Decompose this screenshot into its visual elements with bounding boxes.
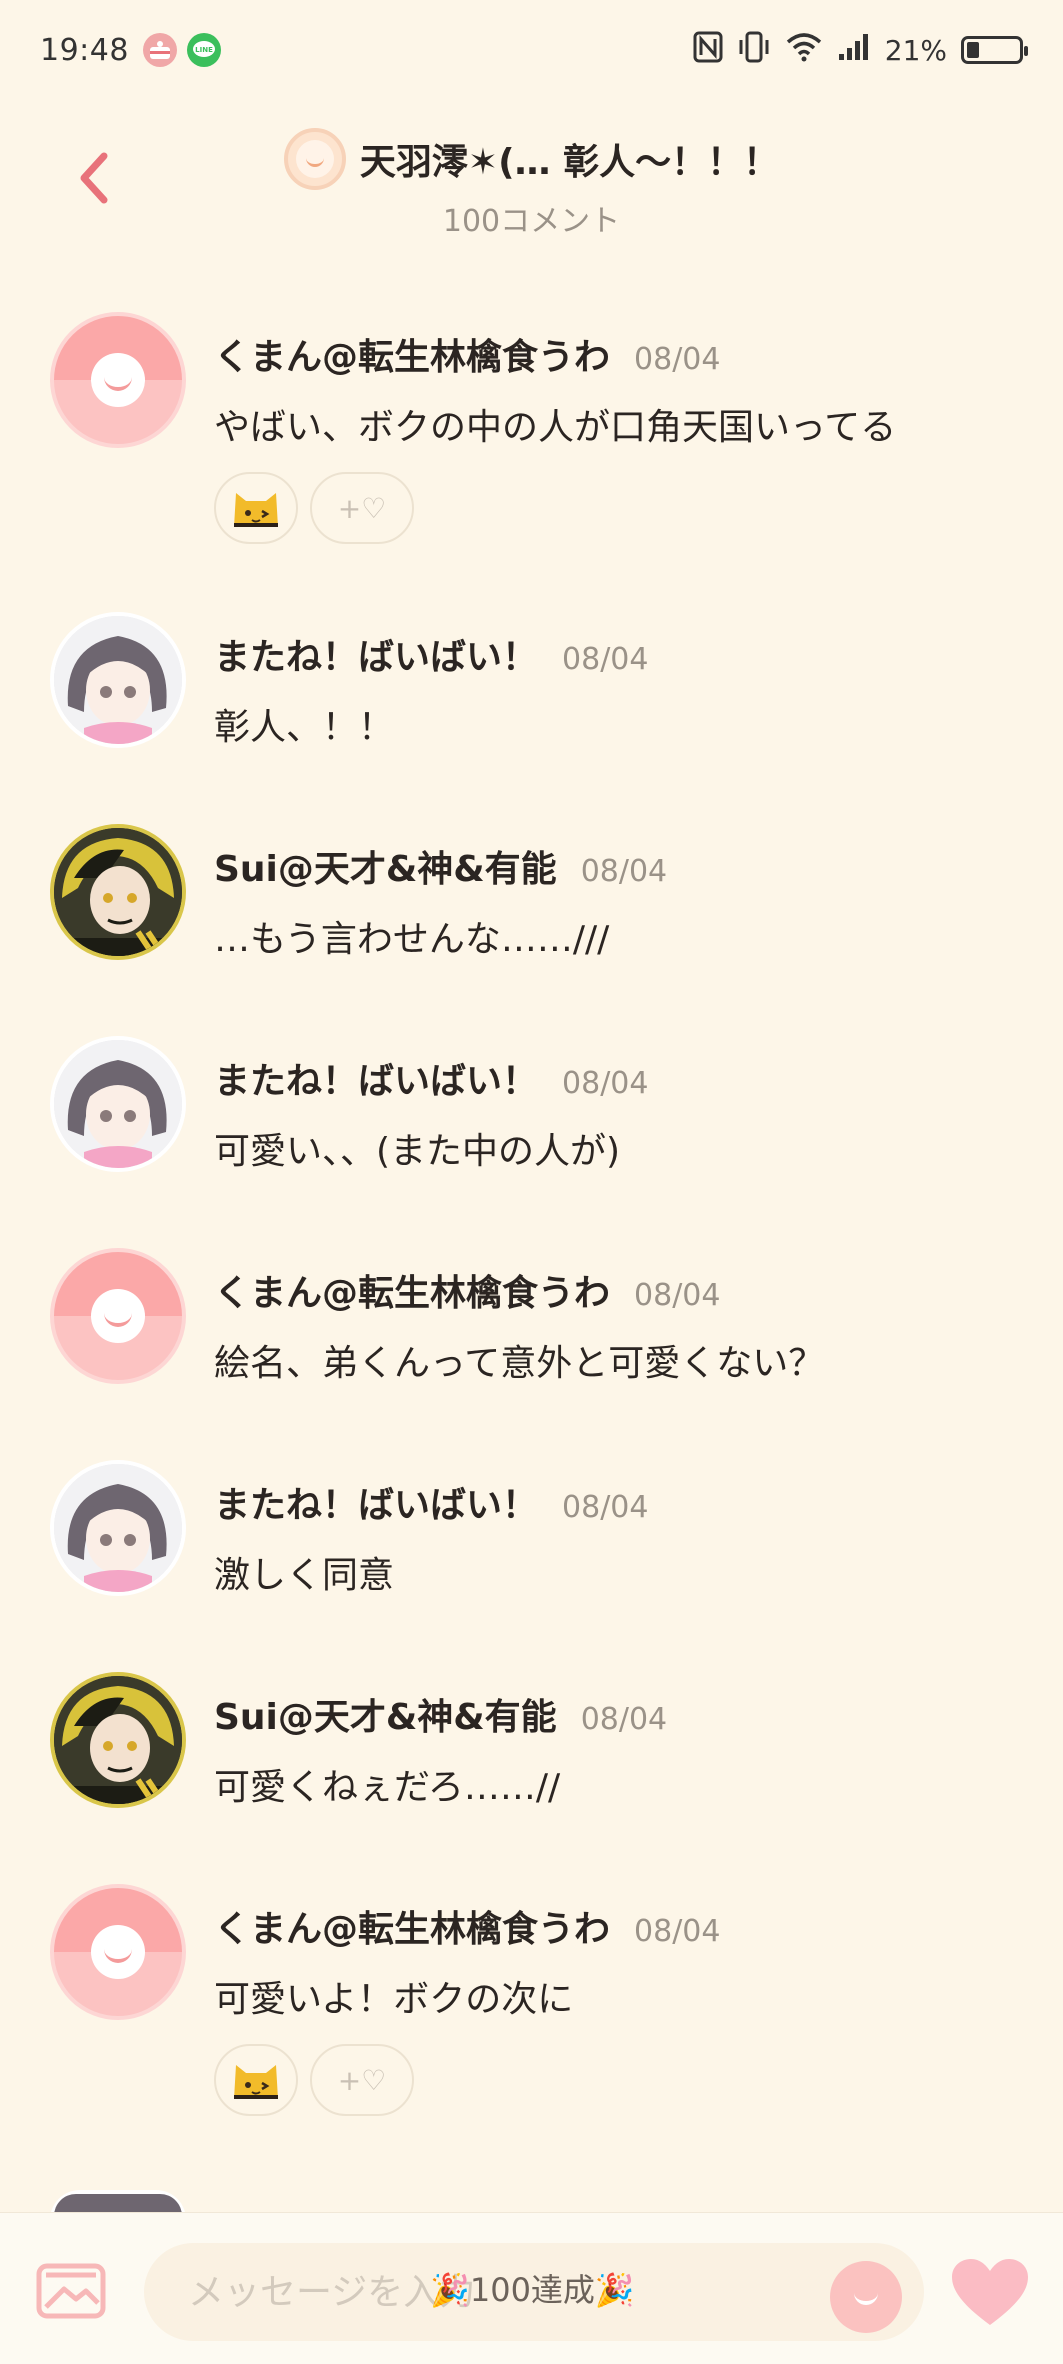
comment-date: 08/04 — [562, 1490, 649, 1525]
message-composer: 🎉100達成🎉 — [0, 2212, 1063, 2364]
emoji-face-icon[interactable] — [830, 2261, 902, 2333]
cat-face-icon — [234, 493, 278, 527]
comment-message: 可愛くねぇだろ……// — [214, 1767, 561, 1808]
status-time: 19:48 — [40, 32, 129, 68]
message-input[interactable] — [144, 2243, 924, 2341]
comment-message: 可愛い、、(また中の人が) — [214, 1131, 621, 1172]
comment-author[interactable]: くまん@転生林檎食うわ — [214, 328, 610, 380]
line-app-icon: LINE — [186, 33, 221, 67]
add-reaction-button[interactable]: +♡ — [310, 472, 414, 544]
heart-icon[interactable] — [950, 2257, 1030, 2329]
avatar[interactable] — [50, 824, 186, 960]
cat-face-icon — [234, 2065, 278, 2099]
cake-app-icon — [142, 33, 177, 67]
vibrate-icon — [737, 30, 771, 71]
avatar[interactable] — [50, 612, 186, 748]
comment-author[interactable]: くまん@転生林檎食うわ — [214, 1264, 610, 1316]
image-attach-icon[interactable] — [36, 2263, 106, 2319]
comment-author[interactable]: またね！ばいばい！ — [214, 628, 538, 680]
avatar[interactable] — [50, 1460, 186, 1596]
comment-author[interactable]: Sui@天才&神&有能 — [214, 840, 557, 892]
comment-message: …もう言わせんな……/// — [214, 919, 610, 960]
cat-reaction[interactable] — [214, 472, 298, 544]
comment-message: 彰人、！！ — [214, 707, 395, 748]
wifi-icon — [785, 32, 823, 69]
comment-date: 08/04 — [580, 854, 668, 889]
comment-message: 激しく同意 — [214, 1555, 395, 1596]
comment-author[interactable]: Sui@天才&神&有能 — [214, 1688, 557, 1740]
add-reaction-button[interactable]: +♡ — [310, 2044, 414, 2116]
comment-date: 08/04 — [562, 1066, 649, 1101]
nfc-icon — [693, 31, 723, 70]
signal-icon — [837, 32, 871, 69]
svg-text:LINE: LINE — [195, 46, 213, 54]
avatar[interactable] — [50, 1248, 186, 1384]
avatar[interactable] — [50, 1672, 186, 1808]
comment-message: やばい、ボクの中の人が口角天国いってる — [214, 407, 897, 448]
thread-avatar[interactable] — [283, 128, 346, 190]
battery-percent: 21% — [884, 33, 947, 67]
comment-author[interactable]: くまん@転生林檎食うわ — [214, 1900, 610, 1952]
comment-author[interactable]: またね！ばいばい！ — [214, 1476, 538, 1528]
comment-date: 08/04 — [634, 342, 721, 377]
comment-message: 可愛いよ！ボクの次に — [214, 1979, 574, 2020]
battery-icon — [961, 36, 1028, 64]
comment-count: 100コメント — [442, 204, 621, 239]
comment-date: 08/04 — [562, 642, 649, 677]
comment-date: 08/04 — [580, 1702, 668, 1737]
comment-date: 08/04 — [634, 1914, 721, 1949]
thread-title: 天羽澪✶(… 彰人〜！！！ — [359, 142, 780, 183]
avatar[interactable] — [50, 1036, 186, 1172]
comment-date: 08/04 — [634, 1278, 721, 1313]
status-bar: 19:48 LINE 21% — [0, 0, 1063, 100]
comment-message: 絵名、弟くんって意外と可愛くない？ — [214, 1343, 825, 1384]
thread-header: 天羽澪✶(… 彰人〜！！！ 100コメント — [0, 110, 1063, 240]
comment-author[interactable]: またね！ばいばい！ — [214, 1052, 538, 1104]
avatar[interactable] — [50, 312, 186, 448]
avatar[interactable] — [50, 1884, 186, 2020]
cat-reaction[interactable] — [214, 2044, 298, 2116]
